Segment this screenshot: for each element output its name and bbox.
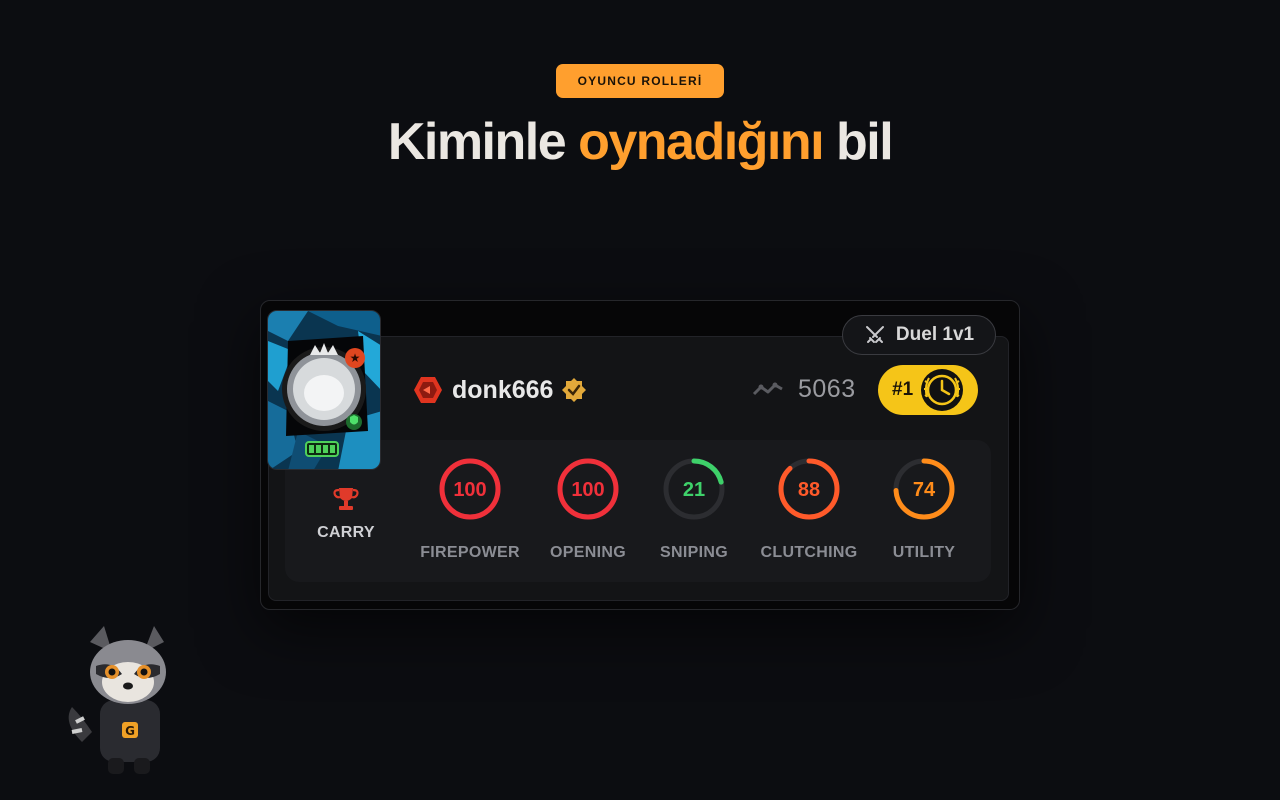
- elo-display: 5063: [752, 373, 856, 405]
- stat-gauge: 88: [778, 458, 840, 520]
- trend-line-icon: [752, 382, 783, 396]
- title-part-1: Kiminle: [387, 113, 579, 171]
- stat-value: 74: [913, 479, 936, 501]
- verified-badge-icon: [562, 378, 587, 402]
- stat-gauge: 21: [663, 458, 725, 520]
- stat-value: 100: [571, 479, 604, 501]
- stat-firepower: 100 FIREPOWER: [405, 456, 535, 562]
- svg-text:★: ★: [350, 351, 361, 365]
- duel-mode-button[interactable]: Duel 1v1: [842, 315, 996, 355]
- stat-gauge: 100: [557, 458, 619, 520]
- section-badge: OYUNCU ROLLERİ: [556, 64, 724, 98]
- player-name[interactable]: donk666: [452, 376, 553, 405]
- stat-label: OPENING: [550, 544, 626, 561]
- duel-mode-label: Duel 1v1: [895, 324, 975, 345]
- stat-value: 88: [798, 479, 820, 501]
- stat-gauge: 74: [893, 458, 955, 520]
- crossed-swords-icon: [865, 326, 884, 343]
- title-part-2: bil: [823, 113, 894, 171]
- elo-value: 5063: [798, 374, 856, 403]
- stat-sniping: 21 SNIPING: [629, 456, 759, 562]
- stat-utility: 74 UTILITY: [859, 456, 989, 562]
- stat-label: CLUTCHING: [760, 544, 858, 561]
- stat-value: 21: [683, 479, 705, 501]
- stat-label: UTILITY: [892, 544, 956, 561]
- player-avatar[interactable]: ★: [267, 310, 381, 470]
- role-label: CARRY: [317, 524, 375, 541]
- stat-label: FIREPOWER: [420, 544, 520, 561]
- stat-label: SNIPING: [660, 544, 728, 561]
- page-title: Kiminle oynadığını bil: [0, 112, 1280, 172]
- player-identity: donk666: [412, 372, 587, 408]
- rank-badge[interactable]: #1: [878, 365, 978, 415]
- rank-value: #1: [892, 379, 914, 400]
- stat-clutching: 88 CLUTCHING: [744, 456, 874, 562]
- stat-value: 100: [453, 479, 486, 501]
- stat-gauge: 100: [439, 458, 501, 520]
- raccoon-mascot: G: [68, 626, 166, 774]
- title-accent: oynadığını: [578, 113, 825, 171]
- svg-text:G: G: [125, 724, 135, 738]
- player-role: CARRY: [306, 484, 386, 542]
- laurel-clock-icon: [921, 369, 964, 411]
- trophy-icon: [333, 488, 359, 510]
- hexagon-level-icon: [414, 377, 442, 403]
